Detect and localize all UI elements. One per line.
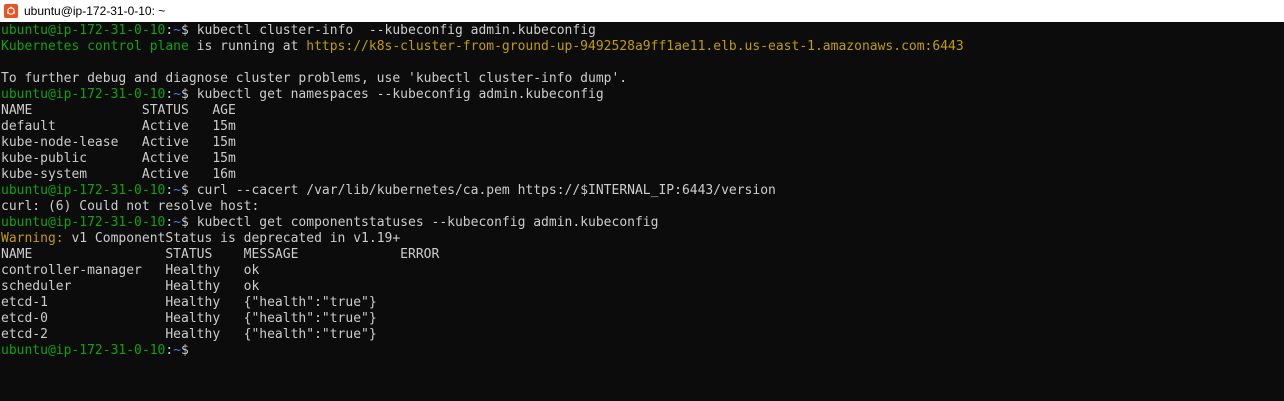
text-cursor (197, 344, 205, 359)
command-line: ubuntu@ip-172-31-0-10:~$ kubectl cluster… (1, 23, 1281, 39)
output-line: To further debug and diagnose cluster pr… (1, 71, 628, 86)
table-header: NAME STATUS MESSAGE ERROR (1, 247, 440, 262)
table-row: etcd-1 Healthy {"health":"true"} (1, 295, 377, 310)
command-line[interactable]: ubuntu@ip-172-31-0-10:~$ (1, 343, 1281, 359)
warning-label: Warning: (1, 231, 64, 246)
command-line: ubuntu@ip-172-31-0-10:~$ kubectl get nam… (1, 87, 1281, 103)
prompt-path: ~ (173, 215, 182, 230)
command-text: curl --cacert /var/lib/kubernetes/ca.pem… (196, 183, 776, 198)
prompt-path: ~ (173, 183, 182, 198)
error-line: curl: (6) Could not resolve host: (1, 199, 260, 214)
table-row: kube-public Active 15m (1, 151, 236, 166)
prompt-symbol: $ (181, 183, 197, 198)
warning-text: v1 ComponentStatus is deprecated in v1.1… (63, 231, 401, 246)
table-row: controller-manager Healthy ok (1, 263, 260, 278)
prompt-user-host: ubuntu@ip-172-31-0-10 (1, 183, 166, 198)
prompt-symbol: $ (181, 23, 197, 38)
table-row: kube-node-lease Active 15m (1, 135, 236, 150)
table-row: default Active 15m (1, 119, 236, 134)
prompt-path: ~ (173, 87, 182, 102)
warning-line: Warning: v1 ComponentStatus is deprecate… (1, 231, 1281, 247)
prompt-symbol: $ (181, 87, 197, 102)
control-plane-label: Kubernetes control plane (1, 39, 189, 54)
command-text: kubectl get namespaces --kubeconfig admi… (196, 87, 604, 102)
output-line: Kubernetes control plane is running at h… (1, 39, 1281, 55)
terminal-output[interactable]: ubuntu@ip-172-31-0-10:~$ kubectl cluster… (1, 23, 1281, 359)
title-bar[interactable]: ubuntu@ip-172-31-0-10: ~ (0, 0, 1284, 22)
terminal-window: ubuntu@ip-172-31-0-10: ~ ubuntu@ip-172-3… (0, 0, 1284, 401)
table-row: scheduler Healthy ok (1, 279, 260, 294)
info-text: is running at (188, 39, 307, 54)
prompt-symbol: $ (181, 215, 197, 230)
command-line: ubuntu@ip-172-31-0-10:~$ kubectl get com… (1, 215, 1281, 231)
ubuntu-terminal-icon (4, 4, 18, 18)
command-text: kubectl get componentstatuses --kubeconf… (196, 215, 659, 230)
prompt-user-host: ubuntu@ip-172-31-0-10 (1, 87, 166, 102)
command-text: kubectl cluster-info --kubeconfig admin.… (196, 23, 596, 38)
prompt-path: ~ (173, 343, 182, 358)
prompt-user-host: ubuntu@ip-172-31-0-10 (1, 343, 166, 358)
window-title: ubuntu@ip-172-31-0-10: ~ (24, 4, 166, 18)
table-header: NAME STATUS AGE (1, 103, 236, 118)
prompt-user-host: ubuntu@ip-172-31-0-10 (1, 215, 166, 230)
prompt-user-host: ubuntu@ip-172-31-0-10 (1, 23, 166, 38)
table-row: kube-system Active 16m (1, 167, 236, 182)
command-line: ubuntu@ip-172-31-0-10:~$ curl --cacert /… (1, 183, 1281, 199)
prompt-symbol: $ (181, 343, 197, 358)
table-row: etcd-2 Healthy {"health":"true"} (1, 327, 377, 342)
control-plane-url[interactable]: https://k8s-cluster-from-ground-up-94925… (306, 39, 963, 54)
table-row: etcd-0 Healthy {"health":"true"} (1, 311, 377, 326)
prompt-path: ~ (173, 23, 182, 38)
